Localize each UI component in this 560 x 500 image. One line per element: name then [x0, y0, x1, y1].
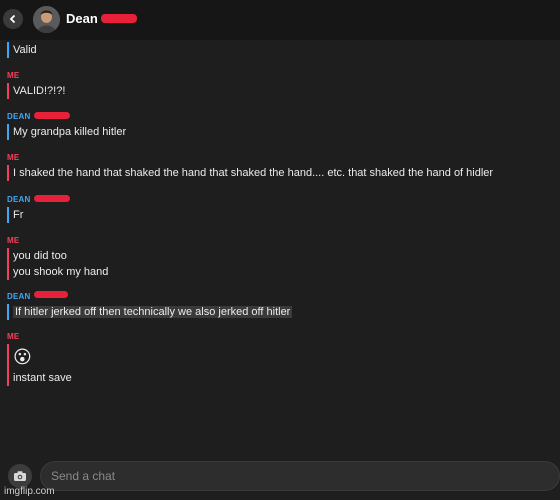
message-body: VALID!?!?! — [7, 83, 65, 99]
highlighted-message[interactable]: If hitler jerked off then technically we… — [13, 306, 293, 318]
message-text: VALID!?!?! — [13, 85, 66, 97]
redaction-scribble — [34, 112, 70, 119]
message-emoji-row: 😮 — [13, 344, 72, 370]
redaction-scribble — [101, 14, 137, 23]
sender-label: ME — [7, 332, 20, 341]
message-text: Fr — [13, 209, 24, 221]
chat-header: Dean — [0, 0, 560, 40]
back-arrow-icon — [9, 14, 16, 24]
composer-bar: Send a chat — [0, 456, 560, 500]
sender-label: ME — [7, 236, 20, 245]
avatar-icon — [33, 6, 60, 33]
sender-label: ME — [7, 71, 20, 80]
back-button[interactable] — [3, 9, 23, 29]
message-group: ME VALID!?!?! — [7, 71, 65, 99]
redaction-scribble — [34, 195, 70, 202]
message-text: I shaked the hand that shaked the hand t… — [13, 167, 494, 179]
message-group: ME I shaked the hand that shaked the han… — [7, 153, 493, 181]
astonished-face-emoji: 😮 — [13, 347, 32, 367]
message-group: ME you did too you shook my hand — [7, 236, 108, 280]
imgflip-watermark: imgflip.com — [4, 486, 55, 497]
sender-label: DEAN — [7, 195, 31, 204]
message-body: I shaked the hand that shaked the hand t… — [7, 165, 493, 181]
redaction-scribble — [34, 291, 68, 298]
message-text: Valid — [13, 44, 37, 56]
chat-input[interactable]: Send a chat — [40, 461, 560, 491]
sender-label: ME — [7, 153, 20, 162]
message-body: Fr — [7, 207, 30, 223]
message-body: My grandpa killed hitler — [7, 124, 126, 140]
camera-button[interactable] — [8, 464, 32, 488]
avatar[interactable] — [33, 6, 60, 33]
message-group: ME 😮 instant save — [7, 332, 72, 386]
message-text: you did too — [13, 250, 67, 262]
contact-name[interactable]: Dean — [66, 11, 98, 26]
message-group: DEAN Fr — [7, 195, 30, 223]
message-text: you shook my hand — [13, 266, 109, 278]
message-text: If hitler jerked off then technically we… — [13, 304, 293, 320]
message-body: Valid — [7, 42, 37, 58]
message-text: instant save — [13, 372, 72, 384]
message-body: you did too you shook my hand — [7, 248, 108, 280]
message-body: If hitler jerked off then technically we… — [7, 304, 293, 320]
message-group: Valid — [7, 42, 37, 58]
camera-icon — [14, 471, 26, 481]
message-body: 😮 instant save — [7, 344, 72, 386]
message-text: My grandpa killed hitler — [13, 126, 127, 138]
